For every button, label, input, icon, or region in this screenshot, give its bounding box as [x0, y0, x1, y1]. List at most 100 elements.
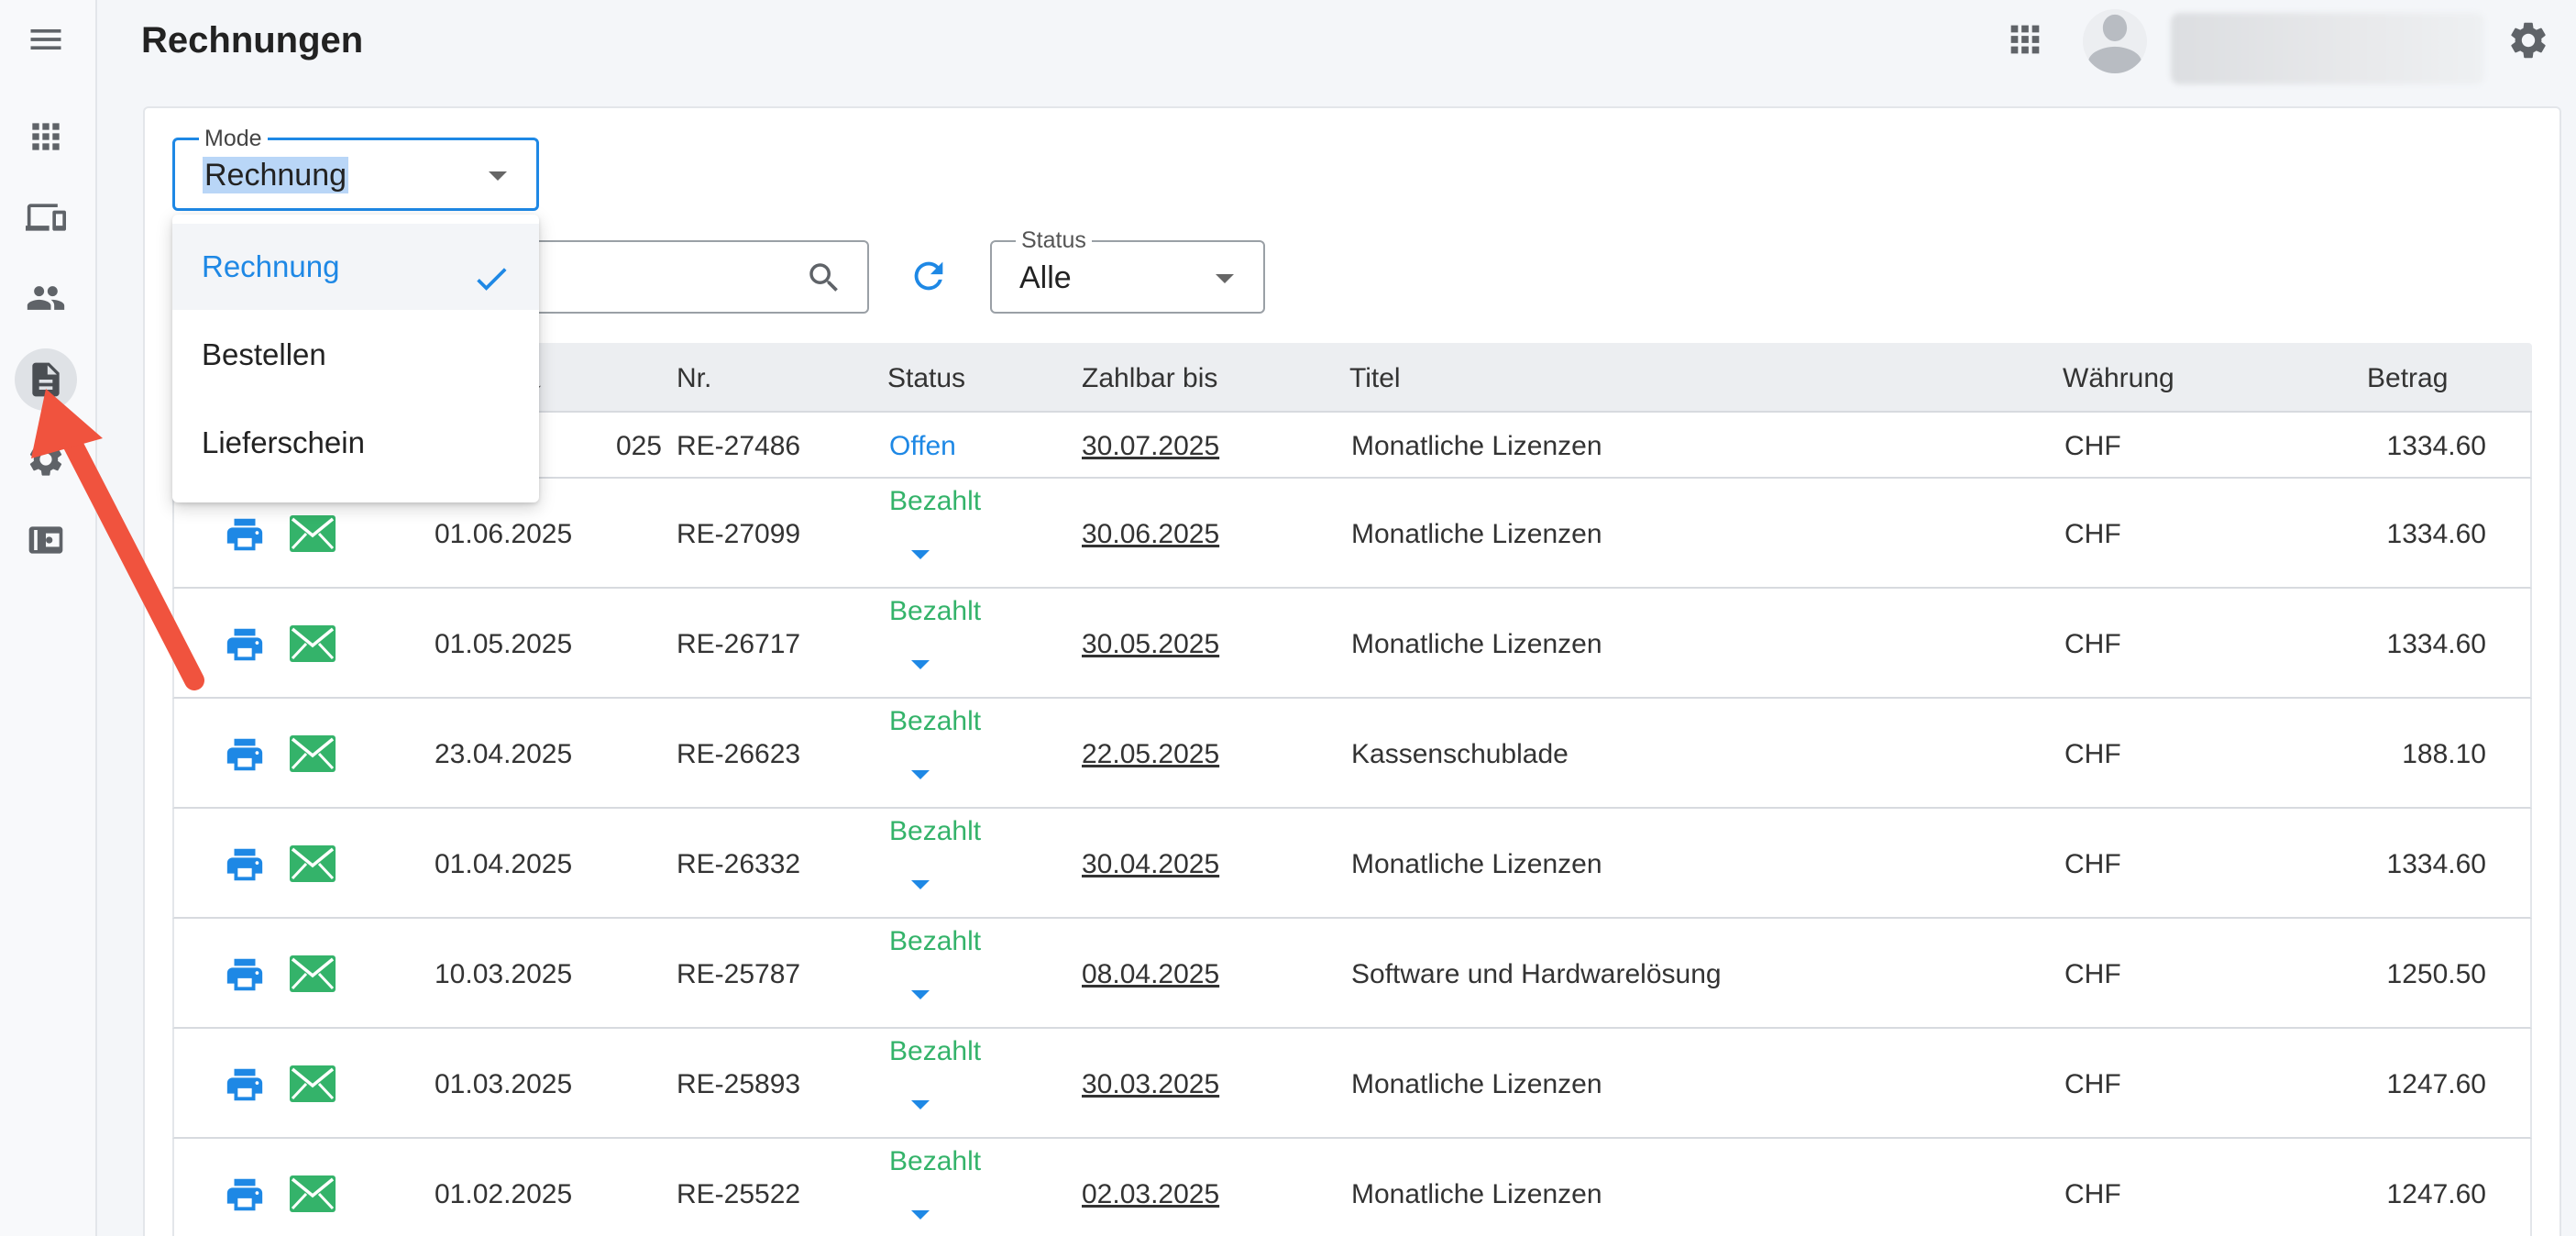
- chevron-down-icon[interactable]: [911, 1100, 930, 1109]
- mode-dropdown-menu: Rechnung Bestellen Lieferschein: [172, 215, 539, 502]
- chevron-down-icon[interactable]: [911, 990, 930, 999]
- column-header-title[interactable]: Titel: [1349, 363, 1401, 394]
- column-header-amount[interactable]: Betrag: [2367, 363, 2448, 394]
- column-header-status[interactable]: Status: [887, 363, 965, 394]
- print-icon[interactable]: [224, 624, 266, 666]
- row-amount: 188.10: [2402, 739, 2486, 769]
- row-nr: RE-27486: [677, 431, 801, 461]
- devices-icon[interactable]: [23, 194, 69, 240]
- row-amount: 1250.50: [2386, 959, 2486, 989]
- print-icon[interactable]: [224, 1064, 266, 1106]
- gear-icon[interactable]: [2506, 18, 2552, 64]
- row-date: 01.02.2025: [435, 1179, 573, 1209]
- search-icon[interactable]: [805, 259, 843, 297]
- column-header-currency[interactable]: Währung: [2063, 363, 2174, 394]
- row-currency: CHF: [2064, 959, 2121, 989]
- apps-icon[interactable]: [2004, 18, 2050, 64]
- print-icon[interactable]: [224, 513, 266, 556]
- row-title: Monatliche Lizenzen: [1351, 1179, 1602, 1209]
- row-currency: CHF: [2064, 1179, 2121, 1209]
- row-date: 01.03.2025: [435, 1069, 573, 1099]
- row-due-date[interactable]: 30.03.2025: [1082, 1069, 1219, 1100]
- row-amount: 1334.60: [2386, 629, 2486, 659]
- row-due-date[interactable]: 22.05.2025: [1082, 739, 1219, 770]
- table-row[interactable]: 10.03.2025 RE-25787 Bezahlt 08.04.2025 Softw…: [172, 919, 2532, 1029]
- status-label: Status: [1016, 227, 1092, 254]
- row-currency: CHF: [2064, 629, 2121, 659]
- row-title: Monatliche Lizenzen: [1351, 1069, 1602, 1099]
- people-icon[interactable]: [23, 275, 69, 321]
- mail-icon[interactable]: [290, 955, 336, 992]
- chevron-down-icon[interactable]: [911, 550, 930, 559]
- status-value: Alle: [1019, 260, 1072, 295]
- document-icon[interactable]: [15, 348, 77, 411]
- row-date: 025: [615, 431, 662, 461]
- status-badge[interactable]: Bezahlt: [889, 706, 981, 737]
- status-badge[interactable]: Bezahlt: [889, 486, 981, 517]
- chevron-down-icon[interactable]: [911, 1210, 930, 1219]
- row-amount: 1334.60: [2386, 519, 2486, 549]
- row-date: 01.04.2025: [435, 849, 573, 879]
- column-header-nr[interactable]: Nr.: [677, 363, 711, 394]
- mail-icon[interactable]: [290, 845, 336, 882]
- row-due-date[interactable]: 30.04.2025: [1082, 849, 1219, 880]
- status-badge[interactable]: Bezahlt: [889, 1036, 981, 1067]
- status-select[interactable]: Status Alle: [990, 227, 1265, 314]
- chevron-down-icon[interactable]: [911, 770, 930, 779]
- menu-item-label: Lieferschein: [202, 425, 365, 459]
- mail-icon[interactable]: [290, 625, 336, 662]
- mail-icon[interactable]: [290, 1175, 336, 1212]
- page-title: Rechnungen: [141, 20, 364, 61]
- user-name-blurred[interactable]: [2171, 13, 2484, 84]
- row-nr: RE-25787: [677, 959, 801, 989]
- row-nr: RE-26623: [677, 739, 801, 769]
- row-due-date[interactable]: 30.05.2025: [1082, 629, 1219, 660]
- table-row[interactable]: 23.04.2025 RE-26623 Bezahlt 22.05.2025 Kasse…: [172, 699, 2532, 809]
- table-row[interactable]: 01.03.2025 RE-25893 Bezahlt 30.03.2025 Monat…: [172, 1029, 2532, 1139]
- table-row[interactable]: 01.04.2025 RE-26332 Bezahlt 30.04.2025 Monat…: [172, 809, 2532, 919]
- gear-icon[interactable]: [23, 436, 69, 482]
- row-amount: 1247.60: [2386, 1069, 2486, 1099]
- menu-item-rechnung[interactable]: Rechnung: [172, 224, 539, 310]
- mode-value: Rechnung: [203, 157, 349, 193]
- chevron-down-icon: [1216, 274, 1234, 283]
- search-input[interactable]: [513, 240, 869, 314]
- row-currency: CHF: [2064, 431, 2121, 461]
- row-title: Monatliche Lizenzen: [1351, 849, 1602, 879]
- print-icon[interactable]: [224, 844, 266, 886]
- mail-icon[interactable]: [290, 1065, 336, 1102]
- row-nr: RE-27099: [677, 519, 801, 549]
- avatar[interactable]: [2083, 9, 2147, 73]
- menu-item-bestellen[interactable]: Bestellen: [172, 312, 539, 398]
- status-badge[interactable]: Bezahlt: [889, 926, 981, 957]
- refresh-icon[interactable]: [908, 255, 952, 299]
- row-due-date[interactable]: 30.07.2025: [1082, 431, 1219, 462]
- mode-select[interactable]: Mode Rechnung: [172, 126, 539, 211]
- chevron-down-icon[interactable]: [911, 880, 930, 889]
- chevron-down-icon[interactable]: [911, 660, 930, 669]
- row-due-date[interactable]: 02.03.2025: [1082, 1179, 1219, 1210]
- menu-item-lieferschein[interactable]: Lieferschein: [172, 400, 539, 486]
- status-badge[interactable]: Offen: [889, 431, 956, 462]
- column-header-due[interactable]: Zahlbar bis: [1082, 363, 1217, 394]
- table-row[interactable]: 01.05.2025 RE-26717 Bezahlt 30.05.2025 Monat…: [172, 589, 2532, 699]
- status-badge[interactable]: Bezahlt: [889, 596, 981, 627]
- row-title: Monatliche Lizenzen: [1351, 519, 1602, 549]
- apps-icon[interactable]: [23, 114, 69, 160]
- print-icon[interactable]: [224, 954, 266, 996]
- row-due-date[interactable]: 30.06.2025: [1082, 519, 1219, 550]
- mail-icon[interactable]: [290, 515, 336, 552]
- wallet-icon[interactable]: [23, 517, 69, 563]
- table-row[interactable]: 01.02.2025 RE-25522 Bezahlt 02.03.2025 Monat…: [172, 1139, 2532, 1236]
- menu-icon[interactable]: [23, 17, 69, 62]
- status-badge[interactable]: Bezahlt: [889, 816, 981, 847]
- row-title: Monatliche Lizenzen: [1351, 629, 1602, 659]
- row-due-date[interactable]: 08.04.2025: [1082, 959, 1219, 990]
- row-date: 01.06.2025: [435, 519, 573, 549]
- menu-item-label: Rechnung: [202, 249, 340, 283]
- status-badge[interactable]: Bezahlt: [889, 1146, 981, 1177]
- print-icon[interactable]: [224, 1174, 266, 1216]
- row-nr: RE-26717: [677, 629, 801, 659]
- mail-icon[interactable]: [290, 735, 336, 772]
- print-icon[interactable]: [224, 734, 266, 776]
